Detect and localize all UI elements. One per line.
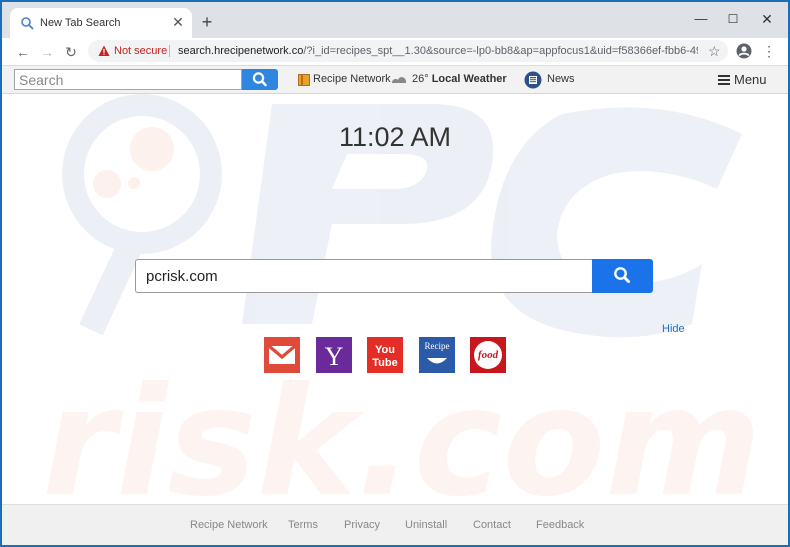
weather-link[interactable]: 26° Local Weather: [412, 73, 507, 85]
menu-button[interactable]: Menu: [718, 72, 767, 87]
hide-link[interactable]: Hide: [662, 323, 685, 335]
tab-new-tab-search[interactable]: New Tab Search ✕: [10, 8, 192, 38]
minimize-icon[interactable]: —: [692, 10, 710, 28]
search-icon: [614, 267, 630, 283]
yahoo-icon: Y: [316, 337, 352, 373]
menu-label: Menu: [734, 72, 767, 87]
youtube-icon: YouTube: [367, 337, 403, 373]
toolbar-search-button[interactable]: [242, 69, 278, 90]
news-link[interactable]: News: [547, 73, 575, 85]
main-search-input[interactable]: [135, 259, 593, 293]
footer-link-recipe-network[interactable]: Recipe Network: [190, 519, 268, 531]
address-toolbar: ← → ↻ Not secure search.hrecipenetwork.c…: [2, 38, 788, 66]
omnibox[interactable]: Not secure search.hrecipenetwork.co/?i_i…: [88, 40, 728, 62]
hamburger-icon: [718, 75, 730, 85]
back-arrow-icon[interactable]: ←: [14, 43, 32, 61]
svg-text:You: You: [375, 344, 395, 356]
weather-label: Local Weather: [431, 73, 507, 85]
toolbar-search-input[interactable]: [14, 69, 242, 90]
quick-link-youtube[interactable]: You Tube: [367, 337, 403, 373]
recipe-book-icon: [298, 74, 310, 86]
tab-title: New Tab Search: [40, 17, 121, 29]
search-icon: [21, 17, 34, 30]
close-window-icon[interactable]: ✕: [758, 10, 776, 28]
footer: Recipe Network Terms Privacy Uninstall C…: [2, 504, 788, 545]
omnibox-divider: [169, 45, 170, 57]
svg-text:Y: Y: [325, 342, 344, 371]
new-tab-icon[interactable]: +: [198, 13, 216, 32]
quick-link-food-network[interactable]: food: [470, 337, 506, 373]
clock-display: 11:02 AM: [338, 122, 452, 152]
svg-text:Tube: Tube: [372, 357, 397, 369]
pcrisk-watermark-logo: risk.com: [42, 94, 762, 504]
quick-link-recipe[interactable]: Recipe: [419, 337, 455, 373]
footer-link-contact[interactable]: Contact: [473, 519, 511, 531]
account-icon[interactable]: [736, 43, 752, 59]
weather-cloud-icon: [392, 77, 406, 83]
gmail-icon: [264, 337, 300, 373]
browser-window: New Tab Search ✕ + — ☐ ✕ ← → ↻ Not secur…: [2, 2, 788, 545]
main-search-button[interactable]: [592, 259, 653, 293]
url-path: /?i_id=recipes_spt__1.30&source=-lp0-bb8…: [303, 45, 698, 57]
reload-icon[interactable]: ↻: [62, 43, 80, 61]
search-icon: [252, 72, 267, 87]
quick-link-yahoo[interactable]: Y: [316, 337, 352, 373]
svg-text:risk.com: risk.com: [42, 356, 762, 504]
url-host: search.hrecipenetwork.co: [178, 45, 304, 57]
svg-text:Recipe: Recipe: [425, 341, 450, 351]
maximize-icon[interactable]: ☐: [724, 10, 742, 28]
footer-link-terms[interactable]: Terms: [288, 519, 318, 531]
svg-text:food: food: [478, 349, 499, 361]
url-text[interactable]: search.hrecipenetwork.co/?i_id=recipes_s…: [178, 45, 698, 57]
news-icon: [524, 71, 542, 89]
food-network-icon: food: [470, 337, 506, 373]
quick-link-gmail[interactable]: [264, 337, 300, 373]
weather-temperature: 26°: [412, 73, 429, 85]
footer-link-uninstall[interactable]: Uninstall: [405, 519, 447, 531]
more-options-icon[interactable]: ⋮: [762, 43, 776, 61]
forward-arrow-icon[interactable]: →: [38, 43, 56, 61]
bookmark-star-icon[interactable]: ☆: [708, 43, 721, 60]
recipe-icon: Recipe: [419, 337, 455, 373]
close-tab-icon[interactable]: ✕: [170, 14, 186, 30]
tab-strip: New Tab Search ✕ + — ☐ ✕: [2, 2, 788, 38]
warning-icon: [98, 45, 110, 56]
footer-link-feedback[interactable]: Feedback: [536, 519, 584, 531]
extension-toolbar: Recipe Network 26° Local Weather News Me…: [2, 66, 788, 94]
new-tab-page: risk.com 11:02 AM Hide Y YouTube Recipe foo…: [2, 94, 788, 504]
recipe-network-link[interactable]: Recipe Network: [313, 73, 391, 85]
not-secure-label[interactable]: Not secure: [114, 45, 167, 57]
footer-link-privacy[interactable]: Privacy: [344, 519, 380, 531]
